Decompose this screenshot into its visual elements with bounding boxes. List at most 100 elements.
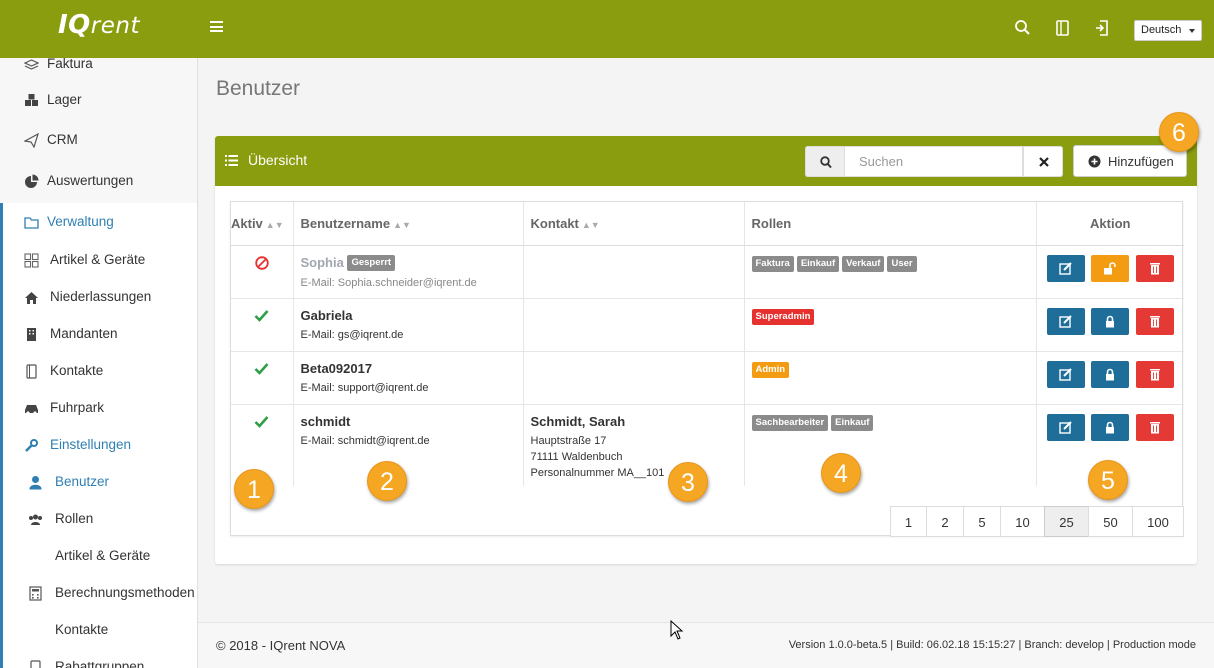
layers-icon xyxy=(24,59,39,70)
edit-icon xyxy=(1058,261,1072,275)
sidebar-item-mandanten[interactable]: Mandanten xyxy=(0,316,197,353)
role-badge: Verkauf xyxy=(842,256,885,273)
table-row: Gabriela E-Mail: gs@iqrent.de Superadmin xyxy=(231,297,1184,351)
language-select[interactable]: Deutsch xyxy=(1134,20,1202,41)
delete-button[interactable] xyxy=(1135,413,1174,441)
column-header-kontakt[interactable]: Kontakt ▲▼ xyxy=(523,202,745,246)
search-group xyxy=(805,146,1063,177)
search-icon xyxy=(820,156,832,169)
sidebar-item-berechnungsmethoden[interactable]: Berechnungsmethoden xyxy=(0,575,197,612)
username: Sophia xyxy=(300,254,344,270)
user-email: E-Mail: gs@iqrent.de xyxy=(300,328,404,341)
unlock-button[interactable] xyxy=(1091,254,1130,282)
sort-icon: ▲▼ xyxy=(581,219,600,230)
pie-chart-icon xyxy=(25,174,39,188)
sidebar-item-auswertungen[interactable]: Auswertungen xyxy=(0,163,197,200)
page-size-10[interactable]: 10 xyxy=(1000,506,1045,537)
chevron-down-icon xyxy=(1189,29,1195,33)
grid-icon xyxy=(24,253,39,268)
page-size-50[interactable]: 50 xyxy=(1088,506,1133,537)
user-email: E-Mail: schmidt@iqrent.de xyxy=(300,434,430,447)
logout-icon[interactable] xyxy=(1093,18,1111,38)
sidebar-item-artikel-geraete-settings[interactable]: Artikel & Geräte xyxy=(0,538,197,575)
lock-button[interactable] xyxy=(1091,307,1130,335)
role-badge: Superadmin xyxy=(751,309,815,326)
trash-icon xyxy=(1149,315,1160,327)
search-icon[interactable] xyxy=(1014,18,1032,38)
sidebar-item-kontakte-settings[interactable]: Kontakte xyxy=(0,612,197,649)
username: Beta092017 xyxy=(300,360,373,376)
edit-button[interactable] xyxy=(1046,360,1085,388)
column-header-benutzername[interactable]: Benutzername ▲▼ xyxy=(293,202,524,246)
sidebar-item-rabattgruppen[interactable]: Rabattgruppen xyxy=(0,649,197,668)
page-size-25[interactable]: 25 xyxy=(1044,506,1089,537)
callout-3: 3 xyxy=(668,462,708,502)
search-button[interactable] xyxy=(805,146,845,177)
clear-search-button[interactable] xyxy=(1023,146,1063,177)
page-size-100[interactable]: 100 xyxy=(1132,506,1184,537)
user-email: E-Mail: Sophia.schneider@iqrent.de xyxy=(300,277,477,290)
delete-button[interactable] xyxy=(1135,307,1174,335)
footer: © 2018 - IQrent NOVA Version 1.0.0-beta.… xyxy=(198,622,1214,668)
cubes-icon xyxy=(25,94,38,106)
table-row: Sophia Gesperrt E-Mail: Sophia.schneider… xyxy=(231,244,1184,298)
edit-icon xyxy=(1058,314,1072,328)
sidebar-item-crm[interactable]: CRM xyxy=(0,122,197,159)
sidebar-item-verwaltung[interactable]: Verwaltung xyxy=(0,204,197,241)
search-input[interactable] xyxy=(845,146,1023,177)
sidebar: Faktura Lager CRM Auswertungen Verwaltun… xyxy=(0,58,198,668)
address-book-icon xyxy=(30,660,41,668)
sidebar-item-benutzer[interactable]: Benutzer xyxy=(0,464,197,501)
user-icon xyxy=(29,476,42,490)
check-icon xyxy=(254,309,269,322)
role-badge: Einkauf xyxy=(831,415,874,432)
edit-button[interactable] xyxy=(1046,307,1085,335)
car-icon xyxy=(25,405,38,415)
page-size-1[interactable]: 1 xyxy=(890,506,927,537)
table-row: Beta092017 E-Mail: support@iqrent.de Adm… xyxy=(231,350,1184,404)
column-header-aktiv[interactable]: Aktiv ▲▼ xyxy=(231,202,294,246)
hamburger-menu-icon[interactable] xyxy=(210,21,223,32)
unlock-icon xyxy=(1104,261,1117,274)
trash-icon xyxy=(1149,262,1160,274)
plus-circle-icon xyxy=(1088,155,1101,168)
building-icon xyxy=(27,328,36,341)
sidebar-item-niederlassungen[interactable]: Niederlassungen xyxy=(0,279,197,316)
callout-6: 6 xyxy=(1159,112,1199,152)
close-icon xyxy=(1039,157,1049,167)
lock-button[interactable] xyxy=(1091,413,1130,441)
role-badge: Admin xyxy=(751,362,790,379)
home-icon xyxy=(25,292,38,304)
trash-icon xyxy=(1149,421,1160,433)
page-size-5[interactable]: 5 xyxy=(963,506,1001,537)
sidebar-item-fuhrpark[interactable]: Fuhrpark xyxy=(0,390,197,427)
role-badge: User xyxy=(887,256,917,273)
edit-button[interactable] xyxy=(1046,413,1085,441)
contact-name: Schmidt, Sarah xyxy=(530,413,626,429)
edit-button[interactable] xyxy=(1046,254,1085,282)
sidebar-item-rollen[interactable]: Rollen xyxy=(0,501,197,538)
sidebar-item-artikel-geraete[interactable]: Artikel & Geräte xyxy=(0,242,197,279)
contact-street: Hauptstraße 17 xyxy=(530,434,607,447)
delete-button[interactable] xyxy=(1135,360,1174,388)
sidebar-item-kontakte[interactable]: Kontakte xyxy=(0,353,197,390)
status-badge: Gesperrt xyxy=(347,255,396,272)
edit-icon xyxy=(1058,367,1072,381)
version-info: Version 1.0.0-beta.5 | Build: 06.02.18 1… xyxy=(788,639,1196,651)
sidebar-item-einstellungen[interactable]: Einstellungen xyxy=(0,427,197,464)
blocked-icon xyxy=(255,255,269,270)
users-panel: Übersicht Hinzufügen Aktiv▲▼ Benutzernam… xyxy=(215,136,1197,564)
delete-button[interactable] xyxy=(1135,254,1174,282)
sidebar-item-faktura[interactable]: Faktura xyxy=(0,58,197,83)
lock-button[interactable] xyxy=(1091,360,1130,388)
book-icon[interactable] xyxy=(1054,18,1072,38)
check-icon xyxy=(254,362,269,375)
wrench-icon xyxy=(25,439,38,452)
user-email: E-Mail: support@iqrent.de xyxy=(300,381,429,394)
page-size-2[interactable]: 2 xyxy=(926,506,964,537)
contact-city: 71111 Waldenbuch xyxy=(530,450,623,463)
username: schmidt xyxy=(300,413,351,429)
callout-2: 2 xyxy=(367,461,407,501)
sidebar-item-lager[interactable]: Lager xyxy=(0,82,197,119)
app-logo[interactable]: IQrent xyxy=(58,10,140,40)
